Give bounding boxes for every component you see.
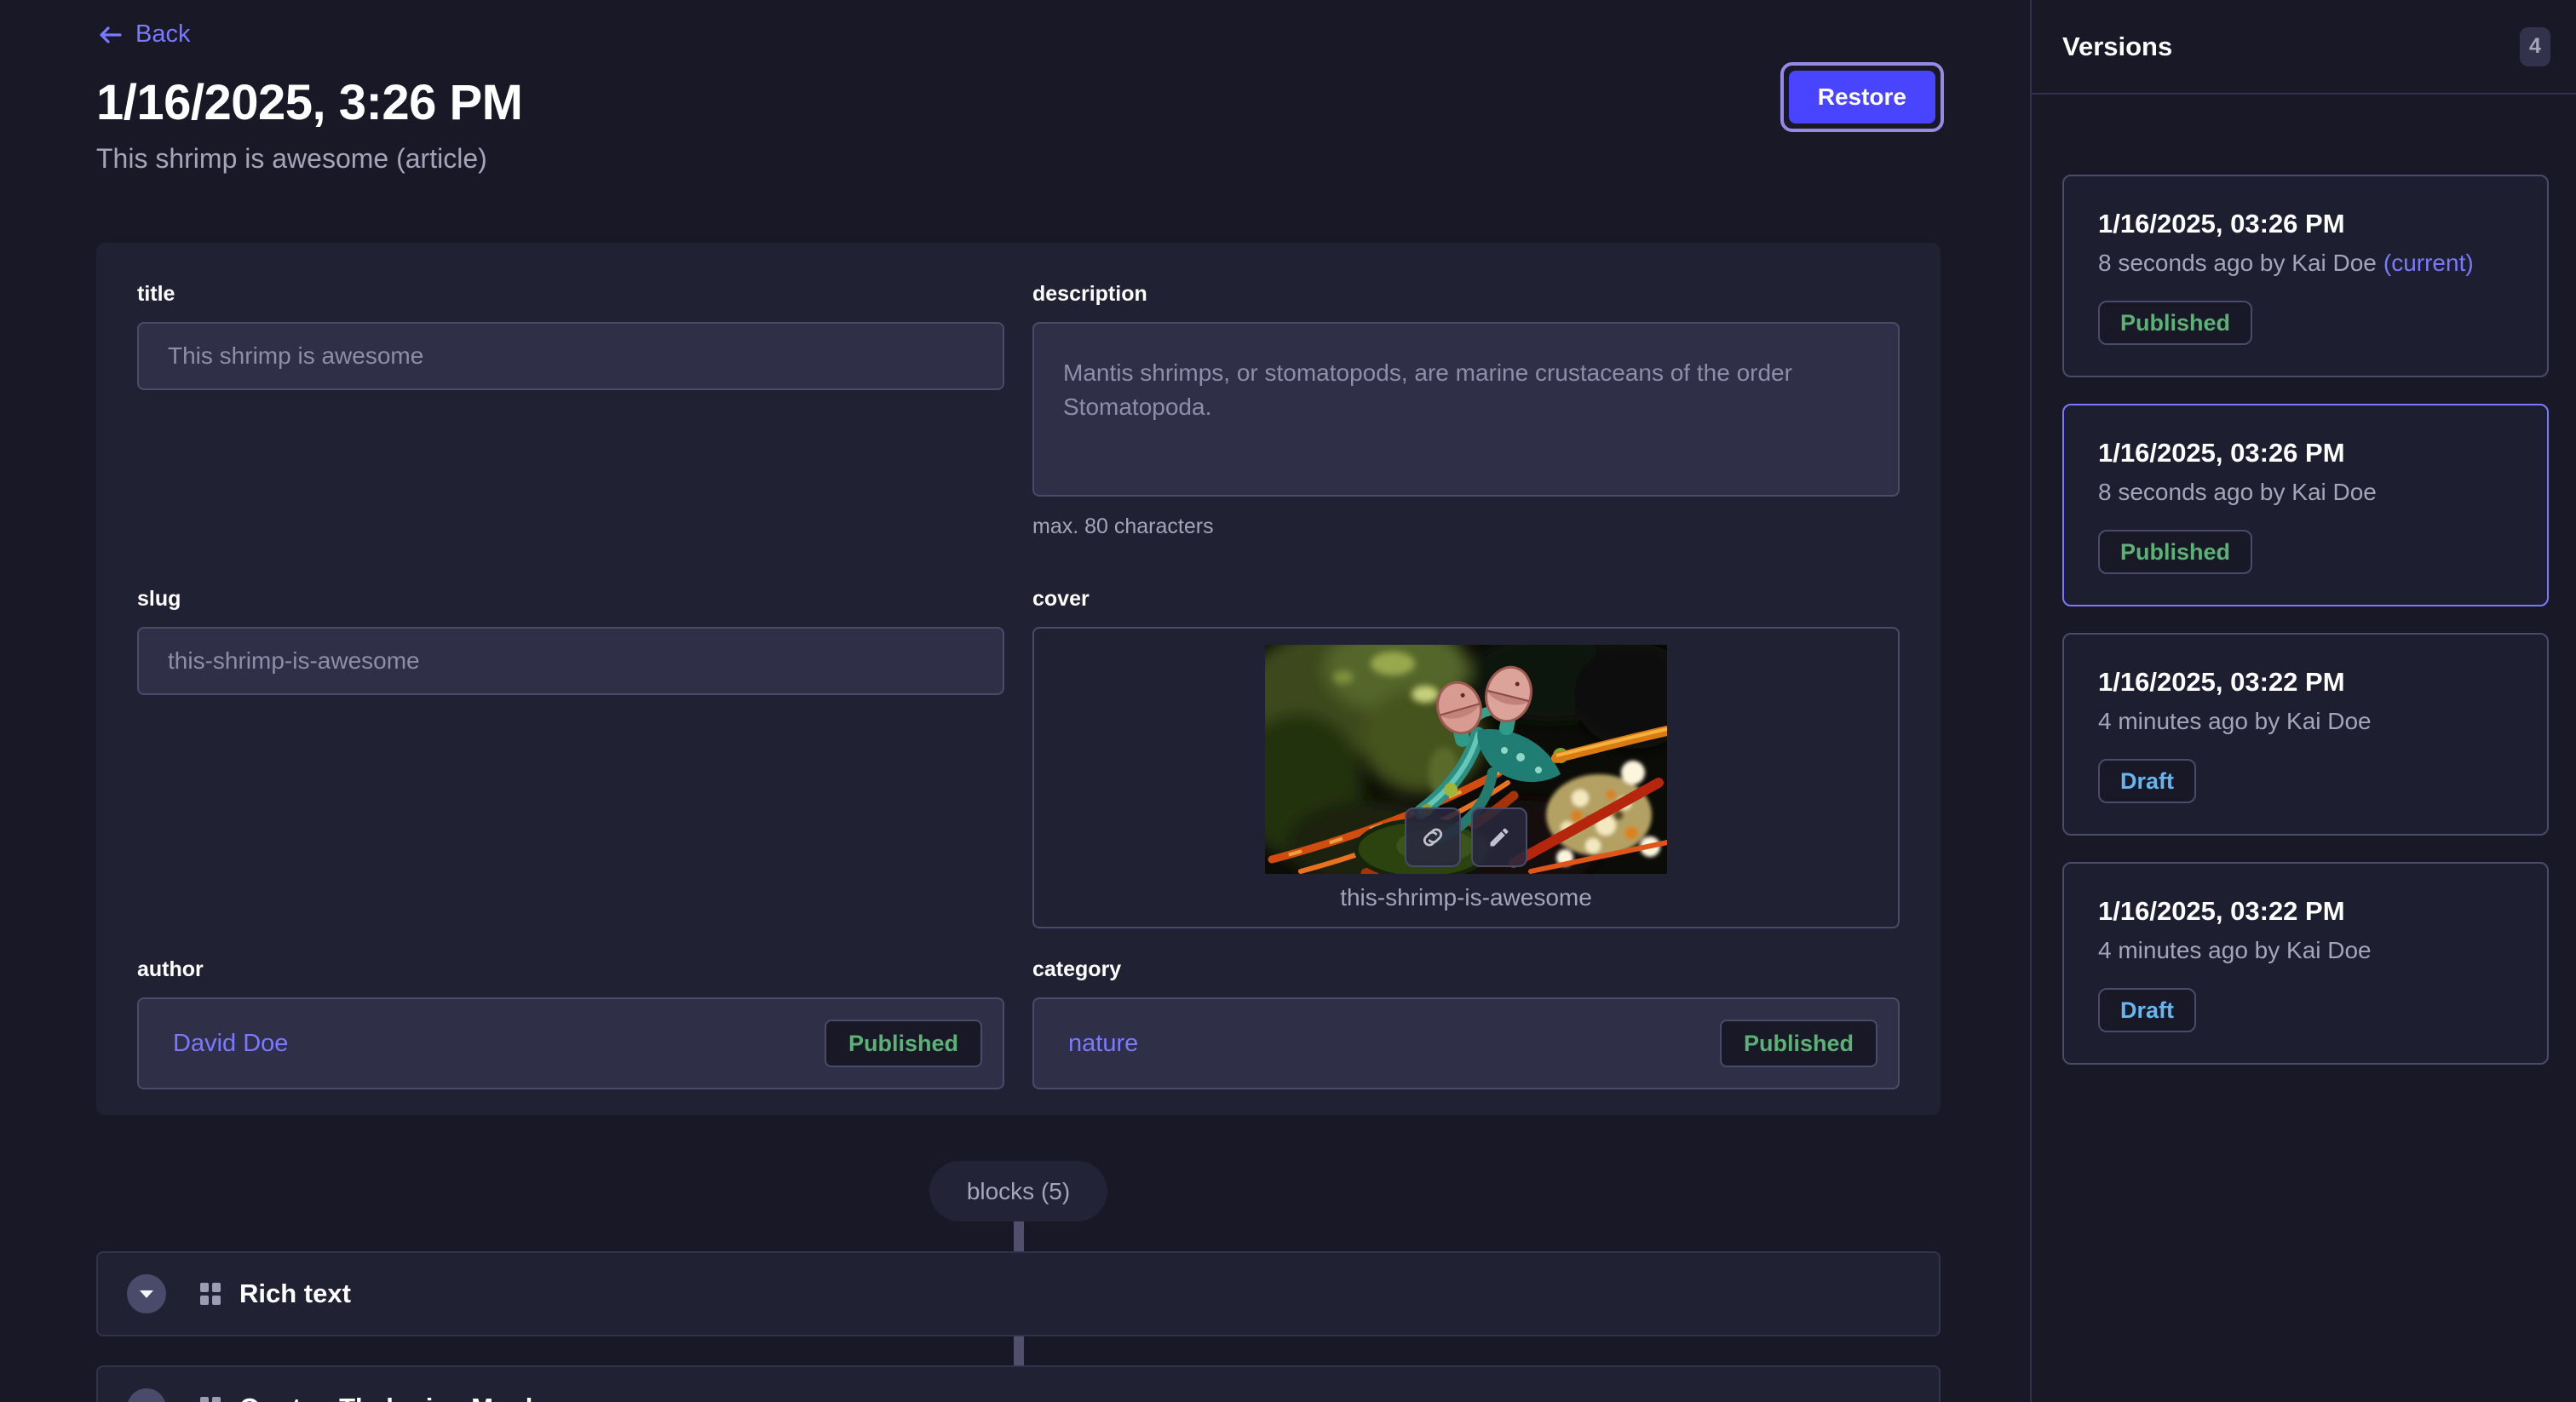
cover-label: cover: [1032, 587, 1900, 612]
version-card-selected[interactable]: 1/16/2025, 03:26 PM 8 seconds ago by Kai…: [2062, 404, 2549, 606]
slug-label: slug: [137, 587, 1004, 612]
slug-field: slug: [137, 587, 1004, 695]
collapse-button[interactable]: [127, 1388, 166, 1402]
entry-form-card: title description Mantis shrimps, or sto…: [96, 243, 1941, 1115]
cover-caption: this-shrimp-is-awesome: [1340, 884, 1592, 911]
version-byline: 4 minutes ago by Kai Doe: [2098, 708, 2513, 735]
version-timestamp: 1/16/2025, 03:22 PM: [2098, 667, 2513, 698]
blocks-connector: [1014, 1221, 1024, 1251]
cover-preview-box: this-shrimp-is-awesome: [1032, 627, 1900, 928]
category-link[interactable]: nature: [1068, 1030, 1138, 1058]
page-title: 1/16/2025, 3:26 PM: [96, 74, 1941, 131]
category-status-badge: Published: [1720, 1020, 1877, 1067]
versions-title: Versions: [2062, 32, 2172, 62]
description-field: description Mantis shrimps, or stomatopo…: [1032, 282, 1900, 539]
version-timestamp: 1/16/2025, 03:26 PM: [2098, 209, 2513, 239]
version-status-badge: Draft: [2098, 988, 2196, 1032]
version-timestamp: 1/16/2025, 03:22 PM: [2098, 896, 2513, 927]
versions-list: 1/16/2025, 03:26 PM 8 seconds ago by Kai…: [2032, 95, 2576, 1085]
edit-icon: [1487, 825, 1511, 849]
category-field: category nature Published: [1032, 957, 1900, 1089]
versions-header: Versions 4: [2032, 0, 2576, 95]
caret-down-icon: [139, 1290, 154, 1299]
author-field: author David Doe Published: [137, 957, 1004, 1089]
versions-count-badge: 4: [2520, 27, 2550, 66]
restore-focus-ring: Restore: [1780, 62, 1944, 132]
back-label: Back: [135, 20, 190, 49]
version-byline: 4 minutes ago by Kai Doe: [2098, 937, 2513, 964]
page-subtitle: This shrimp is awesome (article): [96, 143, 1941, 175]
version-byline: 8 seconds ago by Kai Doe(current): [2098, 250, 2513, 277]
versions-panel: Versions 4 1/16/2025, 03:26 PM 8 seconds…: [2030, 0, 2576, 1402]
back-link[interactable]: Back: [96, 20, 190, 49]
description-label: description: [1032, 282, 1900, 307]
version-status-badge: Published: [2098, 301, 2252, 345]
version-current-label: (current): [2383, 250, 2474, 276]
title-label: title: [137, 282, 1004, 307]
blocks-pill: blocks (5): [929, 1161, 1107, 1221]
back-arrow-icon: [96, 21, 124, 49]
version-timestamp: 1/16/2025, 03:26 PM: [2098, 438, 2513, 468]
main-content: Back 1/16/2025, 3:26 PM This shrimp is a…: [0, 0, 2030, 1402]
version-card[interactable]: 1/16/2025, 03:26 PM 8 seconds ago by Kai…: [2062, 175, 2549, 377]
version-status-badge: Published: [2098, 530, 2252, 574]
blocks-connector: [1014, 1336, 1024, 1365]
category-relation-box: nature Published: [1032, 997, 1900, 1089]
link-icon: [1420, 825, 1446, 850]
version-card[interactable]: 1/16/2025, 03:22 PM 4 minutes ago by Kai…: [2062, 633, 2549, 836]
version-byline: 8 seconds ago by Kai Doe: [2098, 479, 2513, 506]
slug-input[interactable]: [137, 627, 1004, 695]
version-card[interactable]: 1/16/2025, 03:22 PM 4 minutes ago by Kai…: [2062, 862, 2549, 1065]
author-link[interactable]: David Doe: [173, 1030, 288, 1058]
copy-link-button[interactable]: [1405, 807, 1461, 867]
block-row-label: Quote - Thelonius Monk: [239, 1393, 540, 1402]
author-relation-box: David Doe Published: [137, 997, 1004, 1089]
title-field: title: [137, 282, 1004, 390]
block-row-quote[interactable]: Quote - Thelonius Monk: [96, 1365, 1941, 1402]
restore-button[interactable]: Restore: [1789, 71, 1935, 124]
grid-icon: [200, 1397, 221, 1402]
block-row-rich-text[interactable]: Rich text: [96, 1251, 1941, 1336]
author-status-badge: Published: [825, 1020, 982, 1067]
collapse-button[interactable]: [127, 1274, 166, 1313]
title-input[interactable]: [137, 322, 1004, 390]
category-label: category: [1032, 957, 1900, 982]
version-status-badge: Draft: [2098, 759, 2196, 803]
description-textarea[interactable]: Mantis shrimps, or stomatopods, are mari…: [1032, 322, 1900, 497]
grid-icon: [200, 1283, 221, 1305]
cover-field: cover: [1032, 587, 1900, 928]
description-hint: max. 80 characters: [1032, 514, 1900, 539]
block-row-label: Rich text: [239, 1278, 351, 1309]
edit-media-button[interactable]: [1471, 807, 1527, 867]
author-label: author: [137, 957, 1004, 982]
